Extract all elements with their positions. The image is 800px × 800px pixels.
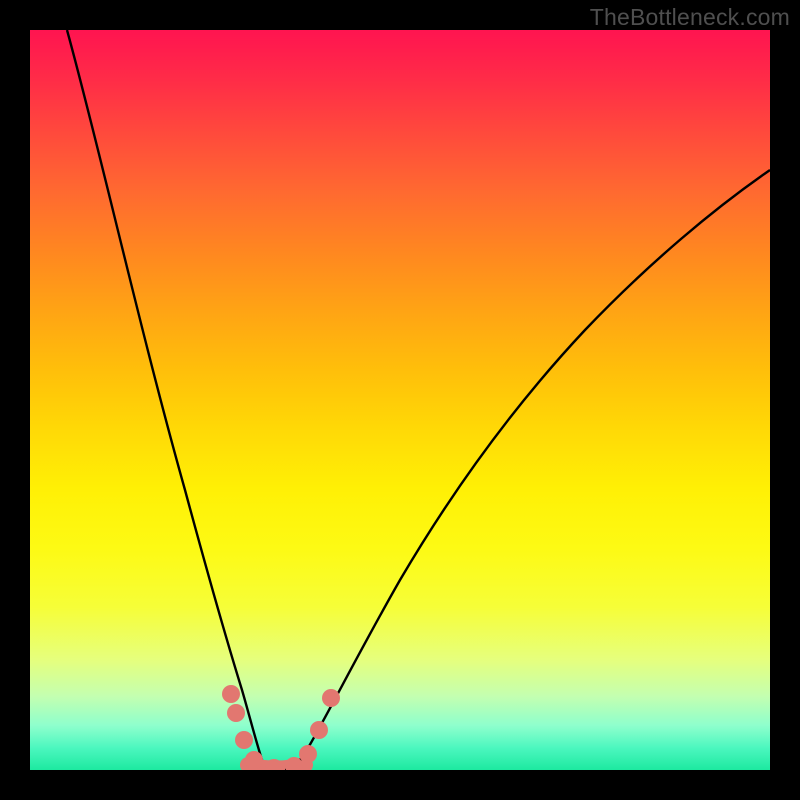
watermark-text: TheBottleneck.com bbox=[590, 4, 790, 31]
curves-svg bbox=[30, 30, 770, 770]
highlight-dot bbox=[299, 745, 317, 763]
highlight-dot bbox=[245, 751, 263, 769]
chart-frame: TheBottleneck.com bbox=[0, 0, 800, 800]
left-branch-curve bbox=[67, 30, 270, 770]
highlight-dot bbox=[322, 689, 340, 707]
right-branch-curve bbox=[285, 170, 770, 770]
highlight-dot bbox=[235, 731, 253, 749]
highlight-dot bbox=[310, 721, 328, 739]
highlight-dot bbox=[222, 685, 240, 703]
plot-gradient-area bbox=[30, 30, 770, 770]
highlight-dot bbox=[227, 704, 245, 722]
